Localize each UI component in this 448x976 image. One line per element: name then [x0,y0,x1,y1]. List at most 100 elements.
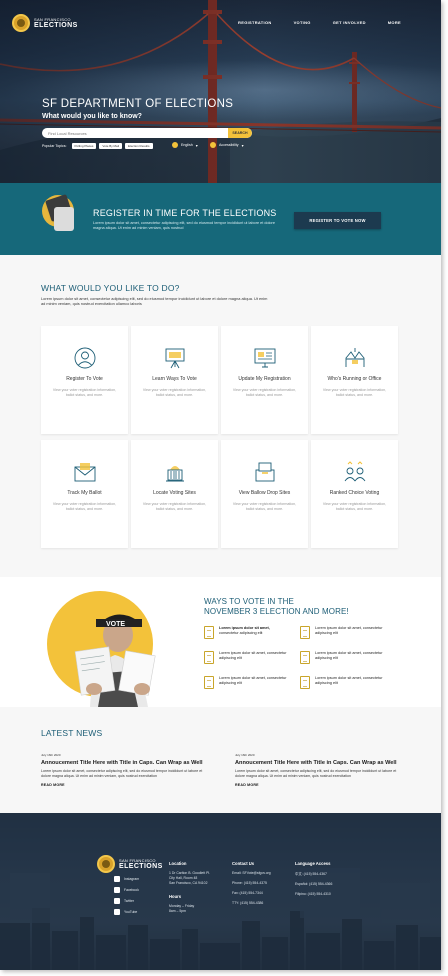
globe-icon [172,142,178,148]
contact-tty[interactable]: TTY: (415) 554-4386 [232,901,290,905]
page-title: SF DEPARTMENT OF ELECTIONS [42,98,234,110]
card-learn-ways-to-vote[interactable]: Learn Ways To Vote View your voter regis… [131,326,218,434]
footer-logo-text: SAN FRANCISCO ELECTIONS [119,858,163,870]
topic-chip-vote-by-mail[interactable]: Vote By Mail [99,143,123,149]
read-more-link[interactable]: READ MORE [41,783,211,787]
document-icon [300,626,310,639]
computer-form-icon [254,348,275,368]
document-icon [204,676,214,689]
actions-title: WHAT WOULD YOU LIKE TO DO? [41,283,180,293]
ways-item-body: Lorem ipsum dolor sit amet, consectetur … [315,651,383,661]
location-heading: Location [169,861,187,866]
search-button[interactable]: SEARCH [228,128,252,138]
register-to-vote-button[interactable]: REGISTER TO VOTE NOW [294,212,381,229]
card-description: View your voter registration information… [322,502,387,512]
city-seal-icon [97,855,115,873]
cap-vote-text: VOTE [106,621,125,628]
nav-registration[interactable]: REGISTRATION [238,20,272,25]
article-date: July 16th 2020 [41,753,61,757]
footer-contact: Contact Us Email: SFVote@sfgov.org Phone… [232,861,290,911]
logo-line2: ELECTIONS [119,862,163,870]
topic-chip-polling-places[interactable]: Polling Places [71,143,97,149]
latest-news-section: LATEST NEWS July 16th 2020 Annoucement T… [0,707,441,813]
card-title: View Ballow Drop Sites [238,490,291,496]
read-more-link[interactable]: READ MORE [235,783,405,787]
ways-list-item[interactable]: Lorem ipsum dolor sit amet, consectetur … [300,626,394,642]
news-article: July 16th 2020 Annoucement Title Here wi… [235,753,405,787]
contact-phone[interactable]: Phone: (415) 554-4375 [232,881,290,885]
social-label: Facebook [124,888,139,892]
popular-topics-label: Popular Topics: [42,144,67,148]
card-track-ballot[interactable]: Track My Ballot View your voter registra… [41,440,128,548]
ways-to-vote-section: VOTE WAYS TO VOTE IN THE NOVEMBER 3 ELEC… [0,577,441,707]
instagram-icon [114,876,120,882]
ways-item-body: consectetur adipiscing elit [219,631,263,636]
ways-list: Lorem ipsum dolor sit amet, consectetur a… [204,626,394,692]
language-line[interactable]: 中文: (415) 554-4367 [295,871,365,876]
article-headline[interactable]: Annoucement Title Here with Title in Cap… [235,760,405,767]
twitter-icon [114,898,120,904]
social-instagram[interactable]: Instagram [114,876,139,882]
search-bar: SEARCH [42,128,252,138]
card-title: Learn Ways To Vote [152,376,197,382]
presentation-board-icon [165,348,184,369]
podium-icon [345,348,364,367]
document-icon [204,651,214,664]
ways-list-item[interactable]: Lorem ipsum dolor sit amet, consectetur … [300,676,394,692]
chevron-down-icon: ▾ [195,142,198,148]
nav-get-involved[interactable]: GET INVOLVED [333,20,366,25]
social-facebook[interactable]: Facebook [114,887,139,893]
document-icon [300,676,310,689]
nav-more[interactable]: MORE [388,20,401,25]
search-input[interactable] [42,128,228,138]
page: SAN FRANCISCO ELECTIONS REGISTRATION VOT… [0,0,441,970]
city-seal-icon [12,14,30,32]
card-description: View your voter registration information… [232,502,297,512]
ways-list-item[interactable]: Lorem ipsum dolor sit amet, consectetur … [300,651,394,667]
card-description: View your voter registration information… [232,388,297,398]
card-description: View your voter registration information… [52,502,117,512]
article-date: July 16th 2020 [235,753,255,757]
language-access-heading: Language Access [295,861,331,866]
language-line[interactable]: Español: (415) 554-4366 [295,882,365,886]
top-nav: REGISTRATION VOTING GET INVOLVED MORE [238,20,401,25]
card-whos-running[interactable]: Who's Running or Office View your voter … [311,326,398,434]
card-title: Ranked Choice Voting [329,490,380,496]
card-title: Update My Registration [238,376,291,382]
card-ranked-choice-voting[interactable]: Ranked Choice Voting View your voter reg… [311,440,398,548]
footer-location: Location 1 Dr Carlton B. Goodlett Pl. Ci… [169,861,224,915]
language-selector[interactable]: English ▾ [172,142,198,148]
register-title: REGISTER IN TIME FOR THE ELECTIONS [93,208,277,218]
card-update-registration[interactable]: Update My Registration View your voter r… [221,326,308,434]
card-register-to-vote[interactable]: Register To Vote View your voter registr… [41,326,128,434]
hours-line: 8am – 5pm [169,909,186,914]
nav-voting[interactable]: VOTING [294,20,311,25]
card-description: View your voter registration information… [52,388,117,398]
language-label: English [181,143,193,147]
footer-logo[interactable]: SAN FRANCISCO ELECTIONS [97,855,163,873]
voter-id-illustration [42,194,74,231]
ways-list-item[interactable]: Lorem ipsum dolor sit amet, consectetur … [204,676,300,692]
ways-item-body: Lorem ipsum dolor sit amet, consectetur … [315,676,383,686]
ways-list-item[interactable]: Lorem ipsum dolor sit amet, consectetur a… [204,626,300,642]
ways-item-bold: Lorem ipsum dolor sit amet, [219,626,270,630]
card-locate-voting-sites[interactable]: Locate Voting Sites View your voter regi… [131,440,218,548]
contact-email[interactable]: Email: SFVote@sfgov.org [232,871,290,875]
card-title: Locate Voting Sites [153,490,196,496]
card-description: View your voter registration information… [142,388,207,398]
ways-list-item[interactable]: Lorem ipsum dolor sit amet, consectetur … [204,651,300,667]
news-article: July 16th 2020 Annoucement Title Here wi… [41,753,211,787]
article-headline[interactable]: Annoucement Title Here with Title in Cap… [41,760,211,767]
capitol-building-icon [165,466,184,482]
logo-line2: ELECTIONS [34,21,78,29]
social-twitter[interactable]: Twitter [114,898,139,904]
language-line[interactable]: Filipino: (415) 554-4310 [295,892,365,896]
ways-item-body: Lorem ipsum dolor sit amet, consectetur … [219,676,287,686]
article-body: Lorem ipsum dolor sit amet, consectetur … [41,768,203,778]
card-ballot-drop-sites[interactable]: View Ballow Drop Sites View your voter r… [221,440,308,548]
social-youtube[interactable]: YouTube [114,909,139,915]
chevron-down-icon: ▾ [241,142,244,148]
site-logo[interactable]: SAN FRANCISCO ELECTIONS [12,14,78,32]
topic-chip-election-results[interactable]: Election Results [125,143,153,149]
accessibility-selector[interactable]: Accessibility ▾ [210,142,244,148]
